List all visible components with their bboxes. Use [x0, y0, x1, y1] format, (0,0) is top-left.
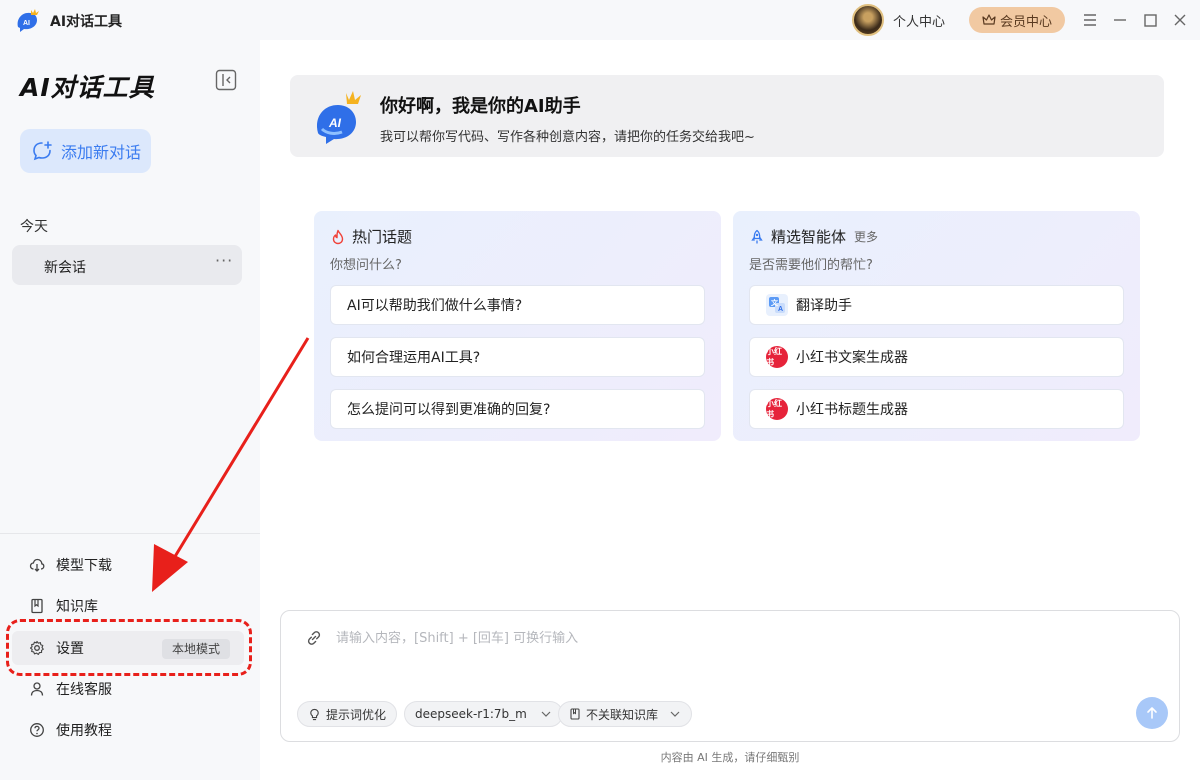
agent-item-xhs-title[interactable]: 小红书 小红书标题生成器 — [749, 389, 1124, 429]
vip-center-button[interactable]: 会员中心 — [969, 7, 1065, 33]
collapse-icon — [215, 69, 237, 91]
sidebar-item-label: 使用教程 — [56, 723, 112, 739]
help-circle-icon — [28, 721, 46, 739]
minimize-button[interactable] — [1110, 10, 1130, 30]
welcome-card: AI 你好啊，我是你的AI助手 我可以帮你写代码、写作各种创意内容，请把你的任务… — [290, 75, 1164, 157]
menu-icon — [1084, 14, 1096, 26]
svg-text:AI: AI — [328, 116, 342, 130]
whale-mascot-icon: AI — [316, 91, 361, 144]
prompt-optimize-label: 提示词优化 — [326, 707, 387, 722]
chat-input-box: 提示词优化 deepseek-r1:7b_m 不关联知识库 — [280, 610, 1180, 742]
welcome-subtitle: 我可以帮你写代码、写作各种创意内容，请把你的任务交给我吧~ — [380, 130, 755, 145]
close-icon — [1174, 14, 1186, 26]
welcome-title: 你好啊，我是你的AI助手 — [380, 96, 581, 117]
attach-link-icon[interactable] — [305, 629, 323, 647]
svg-text:AI: AI — [23, 20, 30, 27]
sidebar-divider — [0, 533, 260, 534]
collapse-sidebar-button[interactable] — [215, 69, 237, 91]
agent-item-translate[interactable]: 文A 翻译助手 — [749, 285, 1124, 325]
session-name: 新会话 — [44, 260, 86, 276]
app-name: AI对话工具 — [50, 14, 123, 30]
maximize-button[interactable] — [1140, 10, 1160, 30]
knowledge-base-select[interactable]: 不关联知识库 — [558, 701, 693, 727]
hot-topic-item[interactable]: 怎么提问可以得到更准确的回复? — [330, 389, 705, 429]
svg-text:A: A — [778, 306, 783, 313]
new-chat-icon — [33, 141, 52, 161]
user-avatar[interactable] — [852, 4, 884, 36]
sidebar-item-model-download[interactable]: 模型下载 — [12, 548, 244, 582]
hot-topics-title: 热门话题 — [352, 228, 413, 246]
knowledge-base-value: 不关联知识库 — [586, 707, 659, 722]
featured-agents-card: 精选智能体 更多 是否需要他们的帮忙? 文A 翻译助手 小红书 小红书文案生成器… — [733, 211, 1140, 441]
title-bar: AI AI对话工具 个人中心 会员中心 — [0, 0, 1200, 40]
agent-label: 翻译助手 — [796, 298, 852, 314]
vip-center-label: 会员中心 — [999, 14, 1052, 30]
chat-input[interactable] — [336, 625, 1156, 651]
model-select[interactable]: deepseek-r1:7b_m — [404, 701, 563, 727]
sidebar-item-label: 模型下载 — [56, 558, 112, 574]
hot-topics-card: 热门话题 你想问什么? AI可以帮助我们做什么事情? 如何合理运用AI工具? 怎… — [314, 211, 721, 441]
session-group-today: 今天 — [20, 219, 48, 235]
flame-icon — [332, 229, 344, 244]
agent-label: 小红书标题生成器 — [796, 402, 908, 418]
featured-agents-subtitle: 是否需要他们的帮忙? — [749, 258, 873, 273]
user-icon — [28, 680, 46, 698]
sidebar-title: AI对话工具 — [20, 73, 155, 102]
menu-button[interactable] — [1080, 10, 1100, 30]
ai-disclaimer: 内容由 AI 生成，请仔细甄别 — [0, 749, 1200, 765]
add-new-chat-label: 添加新对话 — [61, 143, 142, 162]
xiaohongshu-icon: 小红书 — [766, 346, 788, 368]
sidebar-item-knowledge-base[interactable]: 知识库 — [12, 589, 244, 623]
hot-topics-subtitle: 你想问什么? — [330, 258, 402, 273]
send-button[interactable] — [1136, 697, 1168, 729]
arrow-up-icon — [1147, 707, 1157, 719]
chevron-down-icon — [541, 711, 551, 717]
hot-topic-item[interactable]: AI可以帮助我们做什么事情? — [330, 285, 705, 325]
session-more-button[interactable]: ··· — [215, 251, 233, 270]
prompt-optimize-button[interactable]: 提示词优化 — [297, 701, 398, 727]
cloud-download-icon — [28, 556, 46, 574]
rocket-icon — [751, 229, 763, 243]
user-center-link[interactable]: 个人中心 — [893, 11, 945, 30]
close-button[interactable] — [1170, 10, 1190, 30]
sidebar-item-online-support[interactable]: 在线客服 — [12, 672, 244, 706]
session-item[interactable]: 新会话 ··· — [12, 245, 242, 285]
lightbulb-icon — [310, 708, 319, 720]
sidebar-item-label: 知识库 — [56, 599, 98, 615]
crown-icon — [982, 14, 996, 25]
featured-agents-title: 精选智能体 — [771, 228, 847, 246]
featured-agents-header: 精选智能体 更多 — [749, 226, 878, 247]
app-logo-icon: AI — [17, 9, 39, 32]
xiaohongshu-icon: 小红书 — [766, 398, 788, 420]
agents-more-link[interactable]: 更多 — [854, 228, 878, 245]
maximize-icon — [1143, 13, 1157, 27]
minimize-icon — [1114, 19, 1126, 21]
agent-item-xhs-copy[interactable]: 小红书 小红书文案生成器 — [749, 337, 1124, 377]
ai-disclaimer-text: 内容由 AI 生成，请仔细甄别 — [660, 751, 800, 764]
agent-label: 小红书文案生成器 — [796, 350, 908, 366]
hot-topics-header: 热门话题 — [330, 226, 412, 247]
model-select-value: deepseek-r1:7b_m — [415, 707, 527, 721]
book-icon — [28, 597, 46, 615]
chevron-down-icon — [670, 711, 680, 717]
highlight-annotation — [6, 619, 252, 676]
sidebar-item-tutorial[interactable]: 使用教程 — [12, 713, 244, 747]
sidebar-item-label: 在线客服 — [56, 682, 112, 698]
add-new-chat-button[interactable]: 添加新对话 — [20, 129, 151, 173]
book-icon — [570, 708, 580, 720]
hot-topic-item[interactable]: 如何合理运用AI工具? — [330, 337, 705, 377]
translate-icon: 文A — [766, 294, 788, 316]
